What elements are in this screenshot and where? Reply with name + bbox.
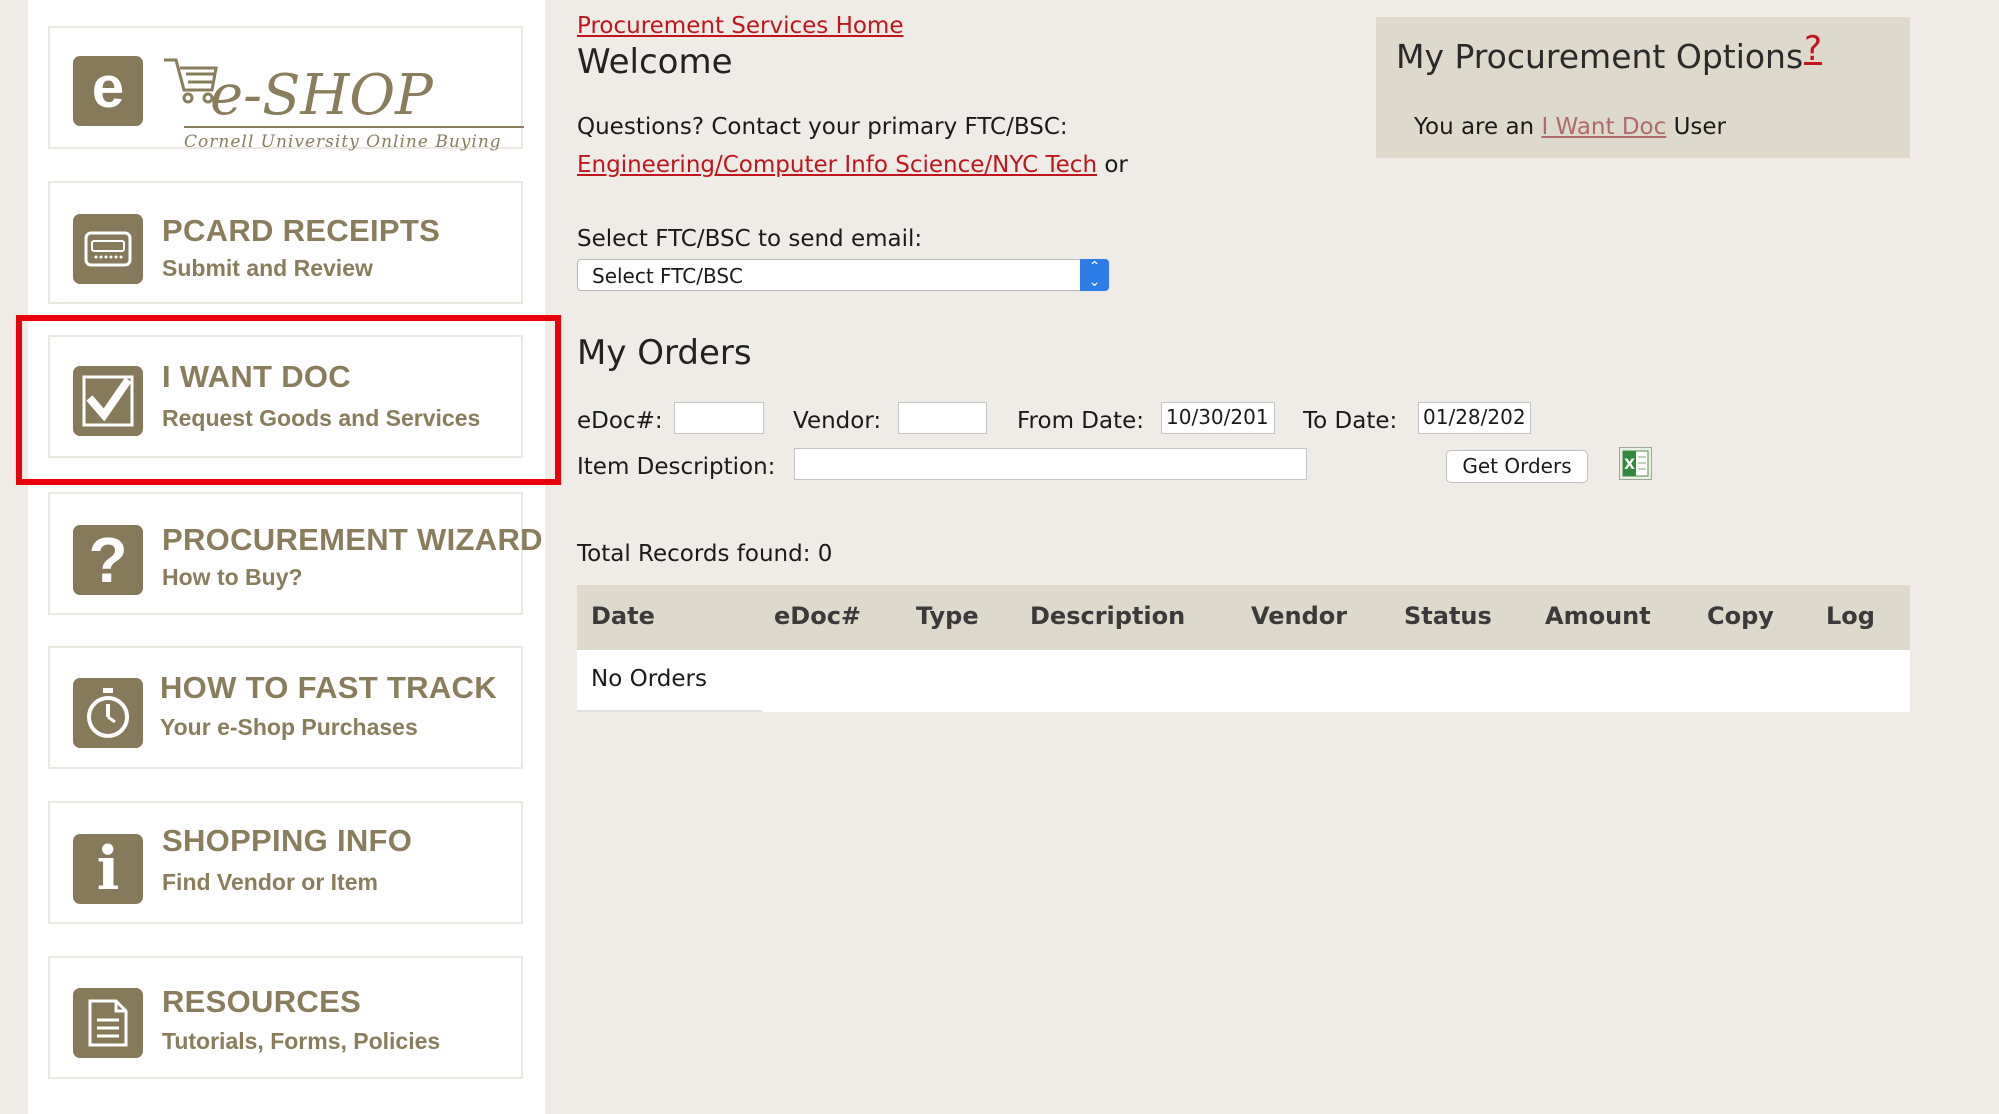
sidebar: e e-SHOP Cornell University Online Buyin… xyxy=(28,0,545,1114)
from-date-label: From Date: xyxy=(1017,408,1145,434)
stopwatch-icon xyxy=(73,678,143,748)
logo-letter: e xyxy=(91,55,125,120)
orders-title: My Orders xyxy=(577,333,752,373)
col-status[interactable]: Status xyxy=(1404,602,1492,630)
eshop-logo-tile[interactable]: e e-SHOP Cornell University Online Buyin… xyxy=(48,26,524,152)
excel-export-icon[interactable]: X xyxy=(1619,447,1652,480)
col-vendor[interactable]: Vendor xyxy=(1251,602,1347,630)
col-description[interactable]: Description xyxy=(1030,602,1185,630)
email-select-label: Select FTC/BSC to send email: xyxy=(577,226,923,252)
sidebar-item-procurement-wizard[interactable]: ? PROCUREMENT WIZARD How to Buy? xyxy=(48,492,543,615)
user-role-prefix: You are an xyxy=(1414,114,1535,140)
to-date-input[interactable]: 01/28/202 xyxy=(1418,402,1531,434)
sidebar-item-subtitle: Submit and Review xyxy=(162,255,373,281)
help-link[interactable]: ? xyxy=(1804,29,1822,69)
sidebar-item-shopping-info[interactable]: i SHOPPING INFO Find Vendor or Item xyxy=(48,801,523,924)
svg-text:X: X xyxy=(1624,457,1635,473)
page-title: Welcome xyxy=(577,42,733,82)
total-records: Total Records found: 0 xyxy=(577,541,833,567)
edoc-input[interactable] xyxy=(674,402,764,434)
sidebar-item-title: SHOPPING INFO xyxy=(162,823,413,858)
highlight-box xyxy=(16,315,561,485)
from-date-input[interactable]: 10/30/201 xyxy=(1161,402,1275,434)
contact-suffix: or xyxy=(1104,152,1128,178)
orders-table-body: No Orders xyxy=(577,650,1910,712)
card-icon xyxy=(73,214,143,284)
ftc-bsc-select[interactable]: Select FTC/BSC ⌃ ⌄ xyxy=(577,259,1109,291)
sidebar-item-pcard-receipts[interactable]: PCARD RECEIPTS Submit and Review xyxy=(48,181,523,304)
question-icon: ? xyxy=(73,525,143,595)
item-description-input[interactable] xyxy=(794,448,1307,480)
user-role-line: You are an I Want Doc User xyxy=(1414,114,1726,140)
logo-divider xyxy=(184,126,524,128)
sidebar-item-subtitle: Find Vendor or Item xyxy=(162,869,378,895)
item-description-label: Item Description: xyxy=(577,454,776,480)
sidebar-item-title: PROCUREMENT WIZARD xyxy=(162,522,543,557)
info-icon: i xyxy=(73,834,143,904)
options-title: My Procurement Options xyxy=(1396,37,1804,76)
procurement-options-panel: My Procurement Options ? You are an I Wa… xyxy=(1376,17,1910,158)
col-edoc[interactable]: eDoc# xyxy=(774,602,861,630)
sidebar-item-title: RESOURCES xyxy=(162,984,362,1019)
document-icon xyxy=(73,988,143,1058)
contact-line: Engineering/Computer Info Science/NYC Te… xyxy=(577,152,1128,178)
select-value: Select FTC/BSC xyxy=(592,264,743,288)
col-copy[interactable]: Copy xyxy=(1707,602,1774,630)
eshop-logo-title: e-SHOP xyxy=(210,63,433,128)
sidebar-item-title: PCARD RECEIPTS xyxy=(162,213,441,248)
orders-table-header: Date eDoc# Type Description Vendor Statu… xyxy=(577,585,1910,650)
col-amount[interactable]: Amount xyxy=(1545,602,1651,630)
row-divider xyxy=(577,710,762,712)
vendor-label: Vendor: xyxy=(793,408,882,434)
eshop-logo-subtitle: Cornell University Online Buying xyxy=(184,132,502,152)
sidebar-item-subtitle: How to Buy? xyxy=(162,564,303,590)
col-date[interactable]: Date xyxy=(591,602,655,630)
vendor-input[interactable] xyxy=(898,402,987,434)
sidebar-item-how-to-fast-track[interactable]: HOW TO FAST TRACK Your e-Shop Purchases xyxy=(48,646,523,769)
col-log[interactable]: Log xyxy=(1826,602,1875,630)
sidebar-item-title: HOW TO FAST TRACK xyxy=(160,670,497,705)
sidebar-item-resources[interactable]: RESOURCES Tutorials, Forms, Policies xyxy=(48,956,523,1079)
eshop-logo-icon: e xyxy=(73,56,143,126)
sidebar-item-subtitle: Tutorials, Forms, Policies xyxy=(162,1028,441,1054)
sidebar-item-subtitle: Your e-Shop Purchases xyxy=(160,714,418,740)
to-date-label: To Date: xyxy=(1303,408,1398,434)
user-role-suffix: User xyxy=(1673,114,1726,140)
empty-message: No Orders xyxy=(591,666,707,692)
user-role-link[interactable]: I Want Doc xyxy=(1541,114,1666,140)
edoc-label: eDoc#: xyxy=(577,408,663,434)
select-arrows-icon: ⌃ ⌄ xyxy=(1080,259,1109,291)
contact-link[interactable]: Engineering/Computer Info Science/NYC Te… xyxy=(577,152,1097,178)
questions-text: Questions? Contact your primary FTC/BSC: xyxy=(577,114,1068,140)
procurement-home-link[interactable]: Procurement Services Home xyxy=(577,13,904,39)
get-orders-button[interactable]: Get Orders xyxy=(1446,450,1588,483)
col-type[interactable]: Type xyxy=(916,602,979,630)
